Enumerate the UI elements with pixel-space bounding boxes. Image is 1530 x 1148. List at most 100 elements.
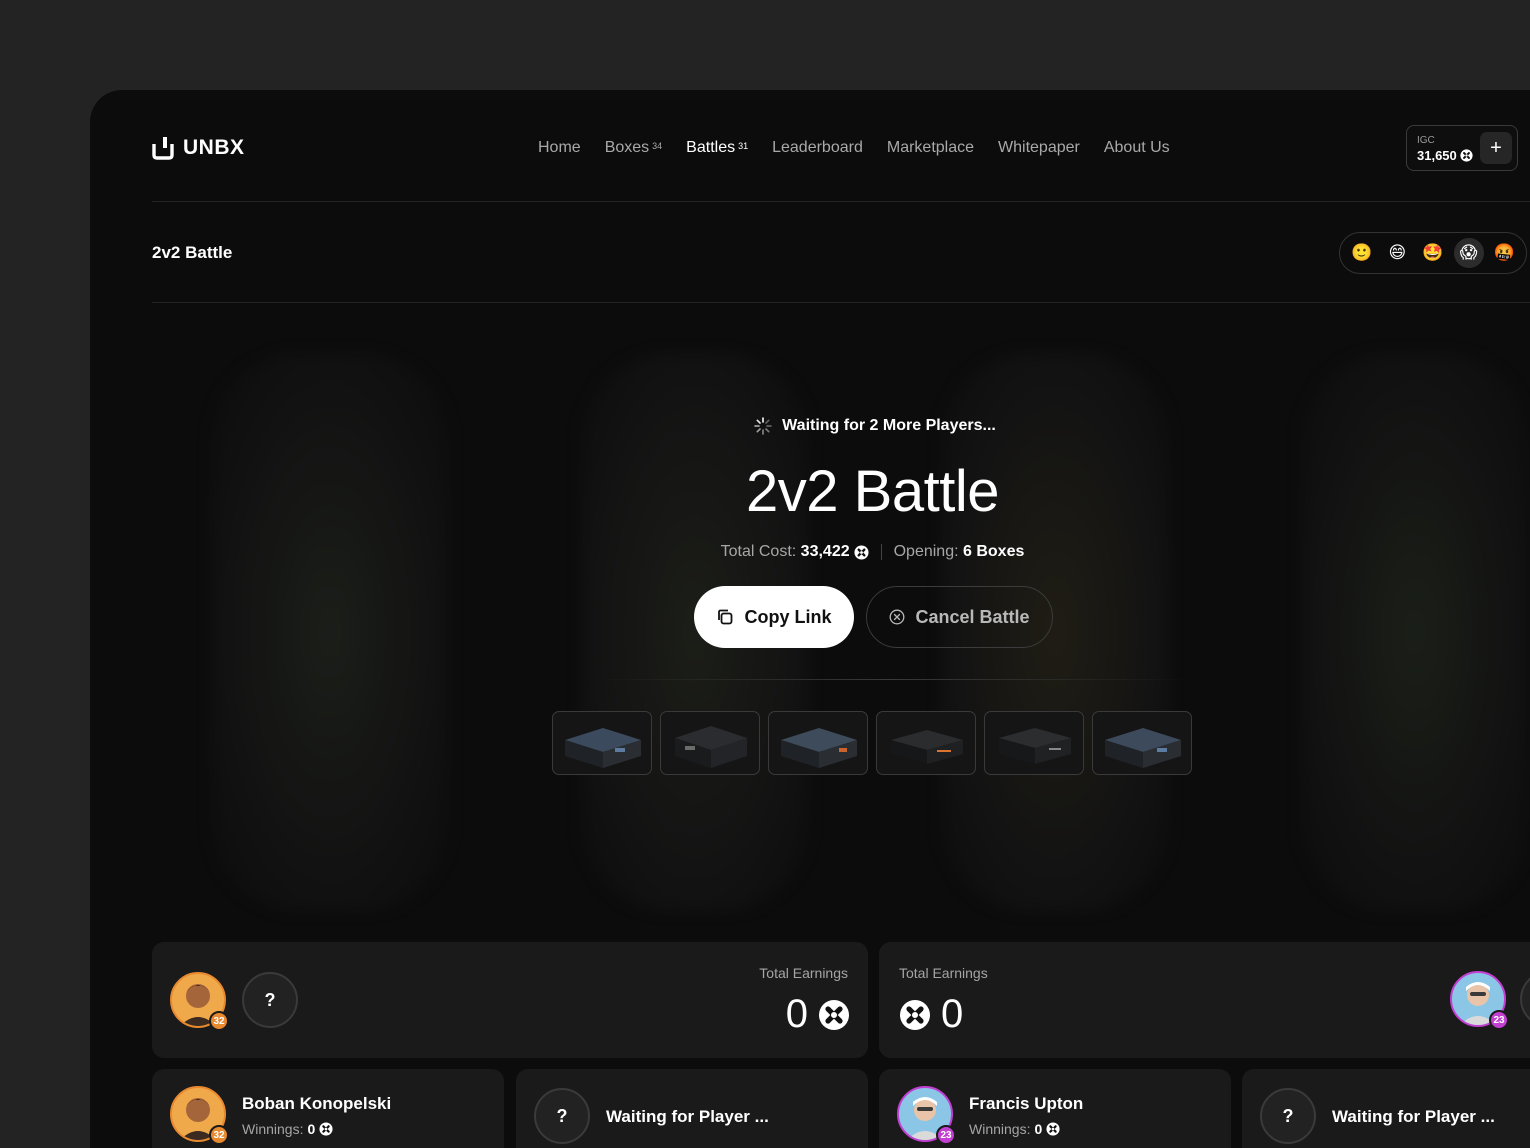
nav-label: Whitepaper bbox=[998, 139, 1080, 156]
wallet-balance[interactable]: IGC 31,650 + bbox=[1406, 125, 1518, 171]
brand-logo[interactable]: UNBX bbox=[152, 136, 245, 160]
close-circle-icon bbox=[890, 609, 905, 625]
nav-label: Marketplace bbox=[886, 139, 975, 156]
copy-link-label: Copy Link bbox=[744, 606, 832, 627]
level-badge: 23 bbox=[936, 1125, 956, 1145]
section-divider bbox=[592, 679, 1190, 680]
nav-home[interactable]: Home bbox=[538, 139, 581, 157]
team-panel-left: 32 ? Total Earnings 0 bbox=[152, 942, 868, 1058]
copy-icon bbox=[718, 609, 733, 625]
backdrop-card bbox=[1300, 352, 1530, 912]
emoji-grin[interactable]: 😄 bbox=[1382, 238, 1412, 268]
emoji-star-struck[interactable]: 🤩 bbox=[1418, 238, 1448, 268]
level-badge: 32 bbox=[209, 1125, 229, 1145]
total-cost-label: Total Cost: bbox=[720, 543, 797, 560]
app-window: UNBX Home Boxes 34 Battles 31 Leaderboard … bbox=[90, 90, 1530, 1148]
cancel-battle-button[interactable]: Cancel Battle bbox=[866, 586, 1053, 648]
nav-label: Leaderboard bbox=[772, 139, 863, 156]
total-earnings-label: Total Earnings bbox=[899, 965, 988, 981]
subheader-divider bbox=[152, 302, 1530, 303]
nav-boxes[interactable]: Boxes 34 bbox=[605, 139, 662, 157]
box-image bbox=[565, 728, 641, 768]
total-earnings-label: Total Earnings bbox=[759, 965, 848, 981]
coin-icon bbox=[1460, 149, 1473, 162]
nav-marketplace[interactable]: Marketplace bbox=[887, 139, 974, 157]
empty-slot[interactable]: ? bbox=[534, 1088, 590, 1144]
waiting-text: Waiting for 2 More Players... bbox=[782, 417, 996, 434]
nav-about-us[interactable]: About Us bbox=[1104, 139, 1170, 157]
earnings-amount: 0 bbox=[941, 992, 964, 1036]
box-image bbox=[675, 726, 747, 768]
stats-separator bbox=[880, 544, 882, 560]
player-name: Boban Konopelski bbox=[242, 1094, 392, 1113]
loading-spinner-icon bbox=[754, 417, 772, 435]
nav-label: Home bbox=[538, 139, 581, 156]
nav-label: About Us bbox=[1103, 139, 1170, 156]
battle-stats: Total Cost: 33,422 Opening: 6 Boxes bbox=[90, 543, 1530, 561]
nav-whitepaper[interactable]: Whitepaper bbox=[998, 139, 1080, 157]
earnings-amount: 0 bbox=[785, 992, 808, 1036]
total-earnings-value: 0 bbox=[899, 992, 963, 1037]
team-panel-right: Total Earnings 0 23 bbox=[879, 942, 1530, 1058]
nav-label: Boxes bbox=[604, 139, 650, 156]
winnings-value: 0 bbox=[1034, 1121, 1043, 1137]
player-winnings: Winnings: 0 bbox=[969, 1121, 1060, 1137]
empty-slot[interactable]: ? bbox=[242, 972, 298, 1028]
avatar[interactable]: 23 bbox=[1450, 971, 1509, 1030]
page-subtitle: 2v2 Battle bbox=[152, 243, 233, 262]
winnings-label: Winnings: bbox=[242, 1121, 304, 1137]
backdrop-card bbox=[210, 352, 450, 912]
wallet-label: IGC bbox=[1417, 135, 1435, 146]
total-earnings-value: 0 bbox=[786, 992, 850, 1037]
emoji-scream[interactable]: 😱 bbox=[1453, 238, 1484, 268]
player-card-empty: ? Waiting for Player ... bbox=[1242, 1069, 1530, 1148]
nav-battles[interactable]: Battles 31 bbox=[686, 139, 748, 157]
total-cost-value: 33,422 bbox=[800, 543, 850, 560]
coin-icon bbox=[818, 999, 850, 1031]
box-image bbox=[999, 728, 1071, 764]
waiting-status: Waiting for 2 More Players... bbox=[90, 417, 1530, 435]
main-nav: Home Boxes 34 Battles 31 Leaderboard Marke… bbox=[538, 139, 1170, 157]
opening-label: Opening: bbox=[893, 543, 959, 560]
cancel-battle-label: Cancel Battle bbox=[915, 606, 1030, 627]
logo-icon bbox=[152, 137, 174, 160]
copy-link-button[interactable]: Copy Link bbox=[694, 586, 854, 648]
battle-title: 2v2 Battle bbox=[746, 459, 999, 524]
coin-icon bbox=[319, 1122, 333, 1136]
winnings-label: Winnings: bbox=[969, 1121, 1031, 1137]
avatar[interactable]: 32 bbox=[170, 1086, 229, 1145]
emoji-slight-smile[interactable]: 🙂 bbox=[1347, 238, 1377, 268]
nav-label: Battles bbox=[686, 139, 736, 156]
box-thumbnail[interactable] bbox=[768, 711, 868, 775]
player-winnings: Winnings: 0 bbox=[242, 1121, 333, 1137]
wallet-amount: 31,650 bbox=[1417, 148, 1473, 163]
box-thumbnail[interactable] bbox=[876, 711, 976, 775]
empty-slot[interactable] bbox=[1520, 971, 1530, 1027]
wallet-amount-value: 31,650 bbox=[1417, 148, 1457, 163]
level-badge: 32 bbox=[209, 1011, 229, 1031]
empty-slot[interactable]: ? bbox=[1260, 1088, 1316, 1144]
nav-leaderboard[interactable]: Leaderboard bbox=[772, 139, 863, 157]
box-thumbnail[interactable] bbox=[984, 711, 1084, 775]
emoji-angry[interactable]: 🤬 bbox=[1489, 238, 1519, 268]
opening-count: Opening: 6 Boxes bbox=[894, 543, 1025, 561]
add-funds-button[interactable]: + bbox=[1480, 132, 1512, 164]
coin-icon bbox=[899, 999, 931, 1031]
nav-count: 31 bbox=[738, 141, 749, 151]
box-thumbnail[interactable] bbox=[660, 711, 760, 775]
box-image bbox=[1105, 728, 1181, 768]
avatar[interactable]: 23 bbox=[897, 1086, 956, 1145]
box-thumbnail[interactable] bbox=[552, 711, 652, 775]
opening-value: 6 Boxes bbox=[963, 543, 1025, 560]
coin-icon bbox=[1046, 1122, 1060, 1136]
total-cost: Total Cost: 33,422 bbox=[721, 543, 850, 561]
box-image bbox=[781, 728, 857, 768]
box-thumbnail[interactable] bbox=[1092, 711, 1192, 775]
coin-icon bbox=[854, 545, 869, 560]
player-card: 32 Boban Konopelski Winnings: 0 bbox=[152, 1069, 504, 1148]
header-divider bbox=[152, 201, 1530, 202]
avatar[interactable]: 32 bbox=[170, 972, 229, 1031]
box-image bbox=[891, 730, 963, 764]
level-badge: 23 bbox=[1489, 1010, 1509, 1030]
winnings-value: 0 bbox=[307, 1121, 316, 1137]
